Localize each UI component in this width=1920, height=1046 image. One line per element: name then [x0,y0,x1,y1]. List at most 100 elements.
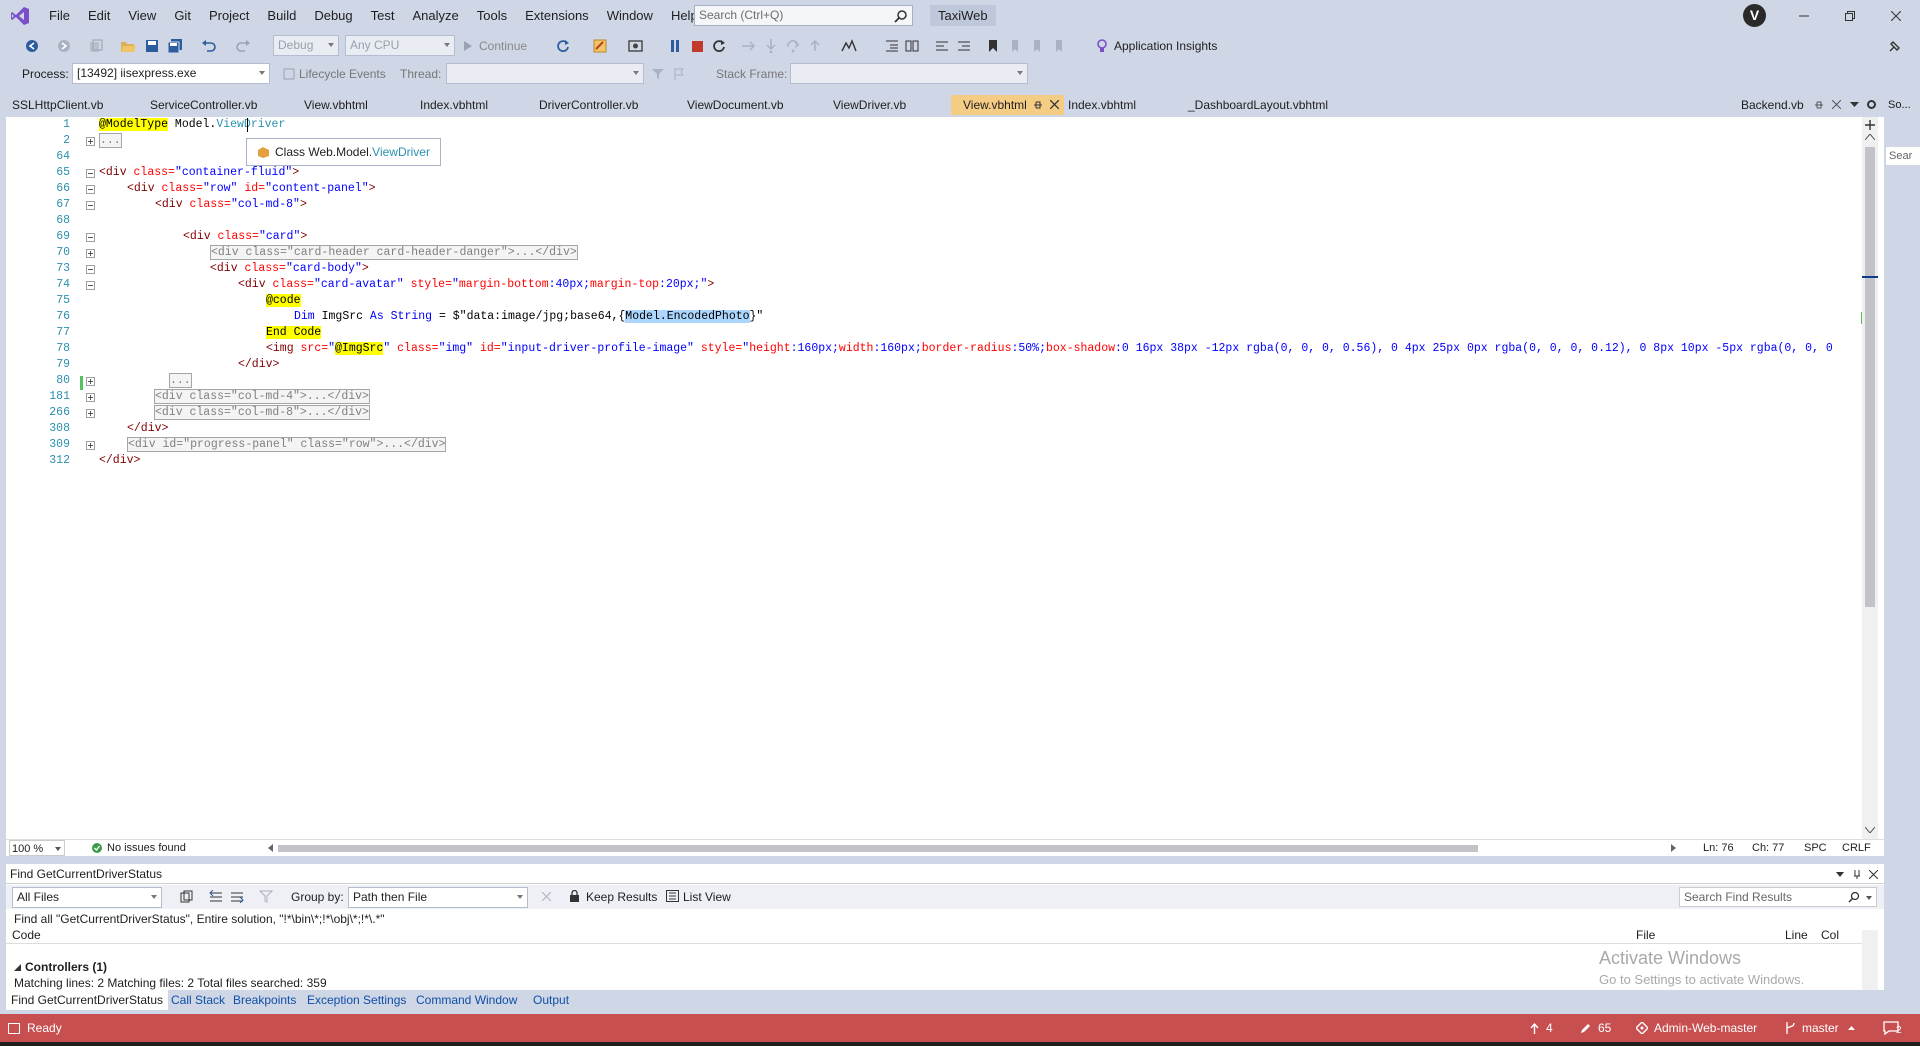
solution-explorer-tab[interactable]: So... [1888,99,1911,111]
zoom-dropdown[interactable]: 100 % [9,840,65,856]
step-out-button[interactable] [807,37,823,55]
tab-call-stack[interactable]: Call Stack [166,990,230,1010]
lifecycle-events-label[interactable]: Lifecycle Events [299,67,386,81]
tab-view-vbhtml-1[interactable]: View.vbhtml [292,95,406,115]
expand-region-toggle[interactable] [86,377,95,386]
comment-button[interactable] [934,37,950,55]
tab-index-vbhtml-1[interactable]: Index.vbhtml [408,95,526,115]
collapse-region-toggle[interactable] [86,281,95,290]
column-header-code[interactable]: Code [12,927,41,944]
horizontal-scrollbar-thumb[interactable] [278,845,1478,852]
open-file-button[interactable] [120,37,136,55]
stack-frame-dropdown[interactable] [790,63,1028,84]
next-result-icon[interactable] [230,890,244,903]
close-icon[interactable] [1869,870,1878,879]
restore-button[interactable] [1827,0,1873,31]
tab-find-results[interactable]: Find GetCurrentDriverStatus [6,990,169,1010]
pin-icon[interactable] [1814,100,1824,110]
whitespace-indicator[interactable]: SPC [1804,840,1827,856]
solution-search-input[interactable]: Sear [1886,147,1920,165]
close-tab-icon[interactable] [1832,100,1841,109]
prev-bookmark-button[interactable] [1007,37,1023,55]
collapsed-region[interactable]: ... [169,373,192,388]
tab-viewdocument[interactable]: ViewDocument.vb [675,95,827,115]
menu-window[interactable]: Window [598,0,662,31]
column-header-col[interactable]: Col [1821,927,1839,944]
redo-button[interactable] [232,37,254,55]
step-into-button[interactable] [763,37,779,55]
collapsed-region[interactable]: <div class="col-md-8">...</div> [154,405,370,420]
stop-debugging-button[interactable] [689,37,705,55]
navigate-back-button[interactable] [22,37,42,55]
clear-filter-icon[interactable] [259,890,273,903]
tab-view-vbhtml-active[interactable]: View.vbhtml [951,95,1064,115]
menu-tools[interactable]: Tools [468,0,516,31]
menu-file[interactable]: File [40,0,79,31]
pin-icon[interactable] [1852,869,1862,879]
search-find-results-input[interactable]: Search Find Results [1679,887,1877,907]
tab-overflow-chevron-icon[interactable] [1850,102,1859,108]
menu-debug[interactable]: Debug [305,0,361,31]
scope-dropdown[interactable]: All Files [12,887,162,908]
collapse-region-toggle[interactable] [86,265,95,274]
account-avatar[interactable]: V [1743,4,1766,27]
collapsed-region[interactable]: ... [99,133,122,148]
collapsed-region[interactable]: <div class="col-md-4">...</div> [154,389,370,404]
scroll-up-icon[interactable] [1865,134,1875,140]
expand-region-toggle[interactable] [86,249,95,258]
tab-dashboardlayout[interactable]: _DashboardLayout.vbhtml [1176,95,1372,115]
chevron-down-icon[interactable] [1836,872,1844,877]
toolbar-button-a[interactable] [884,37,900,55]
break-all-button[interactable] [667,37,683,55]
tab-servicecontroller[interactable]: ServiceController.vb [138,95,286,115]
group-by-dropdown[interactable]: Path then File [348,887,528,908]
search-input[interactable]: Search (Ctrl+Q) [694,5,913,26]
line-indicator[interactable]: Ln: 76 [1703,840,1734,856]
thread-dropdown[interactable] [446,63,644,84]
save-button[interactable] [144,37,160,55]
application-insights-button[interactable]: Application Insights [1096,37,1246,55]
tab-drivercontroller[interactable]: DriverController.vb [527,95,681,115]
collapse-region-toggle[interactable] [86,233,95,242]
cancel-search-icon[interactable] [542,892,551,901]
keep-results-toggle[interactable]: Keep Results [586,890,657,904]
pending-changes-count[interactable]: 65 [1598,1014,1611,1042]
menu-test[interactable]: Test [362,0,404,31]
tab-backend-pinned[interactable]: Backend.vb [1729,95,1811,115]
repository-name[interactable]: Admin-Web-master [1654,1014,1757,1042]
hot-reload-button[interactable] [622,37,650,55]
issues-status[interactable]: No issues found [107,840,186,856]
column-header-file[interactable]: File [1636,927,1655,944]
collapse-region-toggle[interactable] [86,201,95,210]
pin-icon[interactable] [1033,100,1043,110]
show-next-statement-button[interactable] [741,37,757,55]
results-group-row[interactable]: Controllers (1) [14,959,1634,975]
restart-button[interactable] [711,37,727,55]
copy-icon[interactable] [180,890,193,903]
scroll-down-icon[interactable] [1865,827,1875,833]
live-share-button[interactable] [1886,37,1904,55]
uncomment-button[interactable] [956,37,972,55]
new-project-button[interactable] [88,37,104,55]
expand-region-toggle[interactable] [86,137,95,146]
diagnostics-button[interactable] [836,37,862,55]
menu-view[interactable]: View [119,0,165,31]
list-view-toggle[interactable]: List View [683,890,731,904]
tab-viewdriver[interactable]: ViewDriver.vb [821,95,951,115]
expand-region-toggle[interactable] [86,393,95,402]
toolbar-button-b[interactable] [904,37,920,55]
process-dropdown[interactable]: [13492] iisexpress.exe [72,63,270,84]
collapse-region-toggle[interactable] [86,185,95,194]
next-bookmark-button[interactable] [1029,37,1045,55]
collapse-region-toggle[interactable] [86,169,95,178]
expand-region-toggle[interactable] [86,441,95,450]
clear-bookmarks-button[interactable] [1051,37,1067,55]
flag-icon[interactable] [672,65,686,83]
chevron-up-icon[interactable] [1848,1026,1855,1030]
vs-logo-icon[interactable] [0,0,40,31]
tab-sslhttpclient[interactable]: SSLHttpClient.vb [0,95,138,115]
code-editor[interactable]: 1 2 64 65 66 67 68 69 70 73 74 75 76 77 … [6,117,1884,839]
gear-icon[interactable] [1866,99,1877,110]
platform-dropdown[interactable]: Any CPU [345,35,455,56]
scroll-left-icon[interactable] [268,844,273,852]
